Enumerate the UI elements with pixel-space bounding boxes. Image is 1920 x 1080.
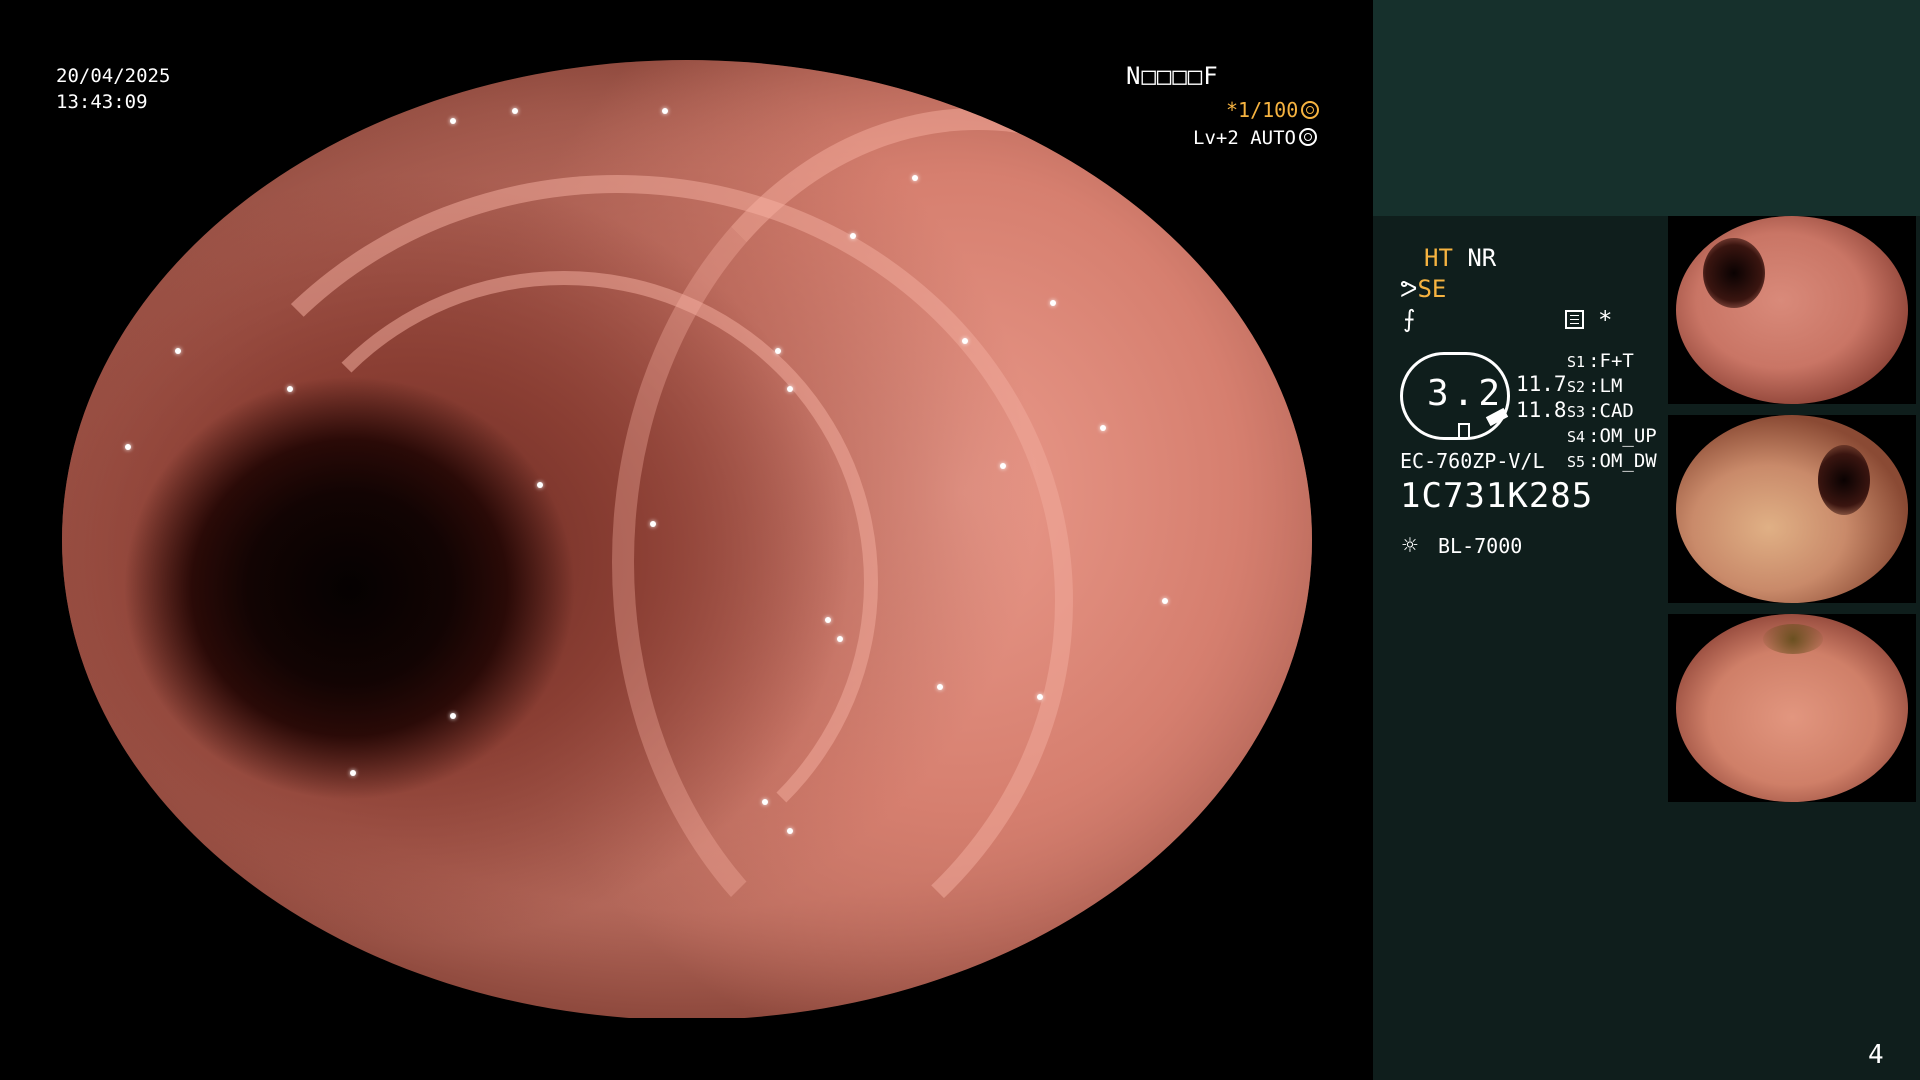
zoom-value-1: 11.7 [1516, 372, 1567, 396]
status-code: N□□□□F [1126, 62, 1219, 90]
nr-label: NR [1467, 244, 1497, 272]
switch-s4: S4:OM_UP [1567, 425, 1657, 447]
auto-iris-icon [1298, 128, 1317, 146]
date-text: 20/04/2025 [56, 65, 171, 87]
zoom-tick-icon [1458, 423, 1470, 437]
star-icon: * [1598, 306, 1613, 334]
serial-number: 1C731K285 [1400, 476, 1594, 516]
enhance-row: HT NR [1424, 244, 1496, 272]
thumbnail-1[interactable] [1668, 216, 1916, 404]
switch-s5: S5:OM_DW [1567, 450, 1657, 472]
zoom-value-2: 11.8 [1516, 398, 1567, 422]
brightness-level: Lv+2 [1193, 127, 1239, 149]
thumbnail-3[interactable] [1668, 614, 1916, 802]
light-source-name: BL-7000 [1438, 534, 1523, 558]
level-row: Lv+2 AUTO [1193, 127, 1317, 149]
switch-s3: S3:CAD [1567, 400, 1634, 422]
shutter-speed: *1/100 [1226, 98, 1299, 122]
light-source-icon: ☼ [1402, 531, 1418, 561]
aperture-icon [1301, 101, 1320, 119]
switch-s2: S2:LM [1567, 375, 1623, 397]
se-label: SE [1417, 275, 1447, 303]
thumbnail-2[interactable] [1668, 415, 1916, 603]
switch-s1: S1:F+T [1567, 350, 1634, 372]
page-number: 4 [1868, 1040, 1884, 1070]
scope-model: EC-760ZP-V/L [1400, 449, 1545, 473]
structure-icon: ᕗ [1400, 275, 1418, 303]
zoom-value: 3.2 [1427, 373, 1505, 414]
info-panel-header [1373, 0, 1920, 216]
structure-row: ᕗSE [1400, 275, 1446, 303]
iris-mode: AUTO [1250, 127, 1296, 149]
color-mode-icon: ⨍ [1403, 305, 1416, 333]
ht-label: HT [1424, 244, 1453, 272]
time-text: 13:43:09 [56, 91, 148, 113]
shutter-row: *1/100 [1226, 98, 1320, 122]
memory-icon [1565, 310, 1584, 329]
endoscope-image [62, 60, 1312, 1020]
